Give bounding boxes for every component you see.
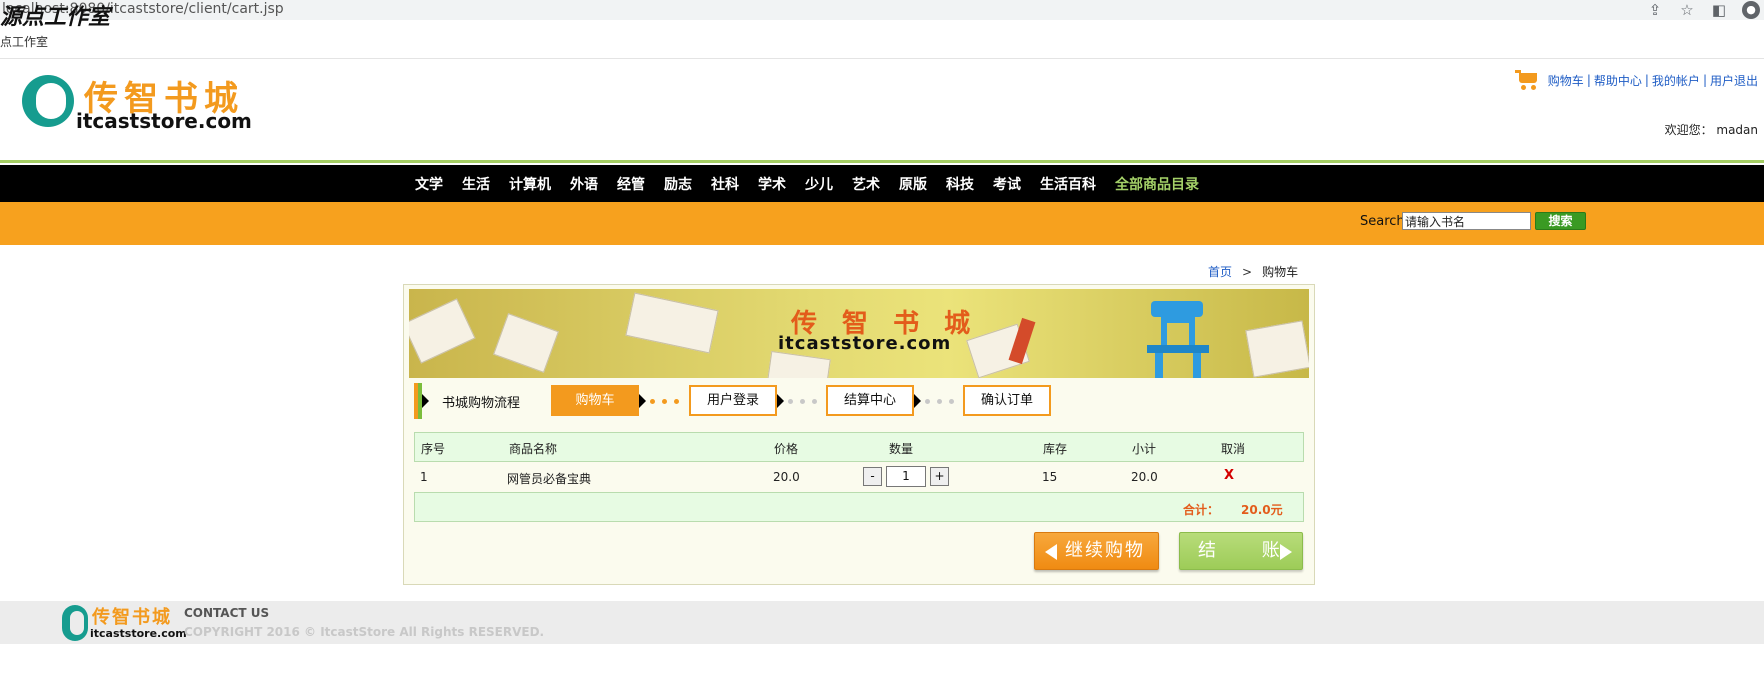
cart-icon[interactable] (1514, 69, 1539, 91)
site-logo[interactable]: 传智书城 itcaststore.com (22, 71, 252, 133)
link-separator: | (1644, 73, 1649, 87)
site-footer: 传智书城 itcaststore.com CONTACT US COPYRIGH… (0, 601, 1764, 644)
header-stock: 库存 (1043, 442, 1068, 456)
banner-english-title: itcaststore.com (778, 333, 952, 354)
nav-item-children[interactable]: 少儿 (805, 174, 833, 194)
row-product-name: 网管员必备宝典 (507, 472, 592, 486)
help-center-link[interactable]: 帮助中心 (1594, 72, 1642, 89)
breadcrumb-home-link[interactable]: 首页 (1208, 265, 1232, 279)
store-banner: 传 智 书 城 itcaststore.com (409, 289, 1309, 378)
cart-table: 序号 商品名称 价格 数量 库存 小计 取消 1 网管员必备宝典 20.0 - … (414, 432, 1304, 492)
header-quantity: 数量 (889, 442, 914, 456)
arrow-left-icon (1045, 544, 1057, 560)
top-links: 购物车 | 帮助中心 | 我的帐户 | 用户退出 (1514, 69, 1758, 91)
quantity-input[interactable]: 1 (886, 466, 926, 487)
nav-item-technology[interactable]: 科技 (946, 174, 974, 194)
flow-dots (925, 399, 954, 404)
continue-shopping-button[interactable]: 继续购物 (1034, 532, 1159, 570)
contact-us-link[interactable]: CONTACT US (184, 606, 269, 620)
nav-item-art[interactable]: 艺术 (852, 174, 880, 194)
row-price: 20.0 (773, 470, 800, 484)
total-label: 合计： (1183, 503, 1220, 517)
search-bar: Search 请输入书名 搜索 (0, 202, 1764, 245)
breadcrumb-current: 购物车 (1262, 265, 1299, 279)
search-button[interactable]: 搜索 (1535, 212, 1586, 230)
header-price: 价格 (774, 442, 799, 456)
nav-item-all-categories[interactable]: 全部商品目录 (1115, 174, 1199, 194)
share-icon[interactable]: ⇪ (1646, 1, 1664, 19)
flow-marker-icon (414, 383, 429, 419)
nav-item-social-science[interactable]: 社科 (711, 174, 739, 194)
cart-link[interactable]: 购物车 (1548, 72, 1584, 89)
continue-shopping-label: 继续购物 (1065, 540, 1145, 561)
footer-logo: 传智书城 itcaststore.com (62, 603, 187, 643)
page-top-text: 点工作室 (0, 35, 49, 49)
nav-item-encyclopedia[interactable]: 生活百科 (1040, 174, 1096, 194)
search-input[interactable]: 请输入书名 (1402, 212, 1531, 230)
star-icon[interactable]: ☆ (1678, 1, 1696, 19)
flow-label: 书城购物流程 (442, 396, 521, 411)
header-index: 序号 (421, 442, 446, 456)
logo-english-text: itcaststore.com (76, 109, 252, 133)
logout-link[interactable]: 用户退出 (1710, 72, 1758, 89)
copyright-text: COPYRIGHT 2016 © ItcastStore All Rights … (184, 625, 545, 639)
site-header: 传智书城 itcaststore.com 购物车 | 帮助中心 | 我的帐户 |… (0, 58, 1764, 160)
row-subtotal: 20.0 (1131, 470, 1158, 484)
table-row: 1 网管员必备宝典 20.0 - 1 + 15 20.0 X (414, 462, 1304, 492)
browser-address-bar[interactable]: localhost:8080/itcaststore/client/cart.j… (0, 0, 1764, 20)
nav-item-exam[interactable]: 考试 (993, 174, 1021, 194)
category-nav: 文学 生活 计算机 外语 经管 励志 社科 学术 少儿 艺术 原版 科技 考试 … (0, 165, 1764, 202)
flow-step-confirm: 确认订单 (963, 385, 1051, 416)
flow-step-checkout: 结算中心 (826, 385, 914, 416)
row-index: 1 (420, 470, 428, 484)
nav-item-management[interactable]: 经管 (617, 174, 645, 194)
nav-item-literature[interactable]: 文学 (415, 174, 443, 194)
profile-icon[interactable]: ● (1742, 1, 1760, 19)
arrow-right-icon (1280, 544, 1292, 560)
nav-item-inspiration[interactable]: 励志 (664, 174, 692, 194)
nav-item-life[interactable]: 生活 (462, 174, 490, 194)
flow-arrow-icon (914, 394, 921, 408)
logo-emblem-icon (22, 75, 74, 127)
checkout-button[interactable]: 结 账 (1179, 532, 1303, 570)
quantity-stepper: - 1 + (863, 466, 949, 487)
flow-step-cart: 购物车 (551, 385, 639, 416)
remove-item-icon[interactable]: X (1224, 468, 1234, 483)
browser-toolbar-icons: ⇪ ☆ ◧ ● (1646, 1, 1760, 19)
nav-accent-line (0, 160, 1764, 163)
increase-quantity-button[interactable]: + (930, 467, 949, 486)
flow-dots (788, 399, 817, 404)
nav-item-academic[interactable]: 学术 (758, 174, 786, 194)
nav-item-foreign-language[interactable]: 外语 (570, 174, 598, 194)
link-separator: | (1702, 73, 1707, 87)
flow-arrow-icon (639, 394, 646, 408)
breadcrumb: 首页 > 购物车 (1208, 263, 1298, 280)
my-account-link[interactable]: 我的帐户 (1652, 72, 1700, 89)
cart-panel: 传 智 书 城 itcaststore.com 书城购物流程 购物车 用户登录 … (403, 284, 1315, 585)
welcome-text: 欢迎您： madan (1664, 123, 1758, 137)
total-value: 20.0元 (1241, 503, 1283, 517)
footer-logo-english-text: itcaststore.com (90, 627, 187, 640)
link-separator: | (1586, 73, 1591, 87)
table-header: 序号 商品名称 价格 数量 库存 小计 取消 (414, 432, 1304, 462)
breadcrumb-separator: > (1242, 265, 1253, 279)
search-label: Search (1360, 214, 1405, 229)
watermark-text: 源点工作室 (0, 4, 111, 30)
cart-total-row: 合计： 20.0元 (414, 492, 1304, 522)
header-cancel: 取消 (1221, 442, 1246, 456)
header-subtotal: 小计 (1132, 442, 1157, 456)
row-stock: 15 (1042, 470, 1058, 484)
flow-step-login: 用户登录 (689, 385, 777, 416)
footer-logo-emblem-icon (62, 605, 88, 641)
header-name: 商品名称 (509, 442, 558, 456)
flow-arrow-icon (777, 394, 784, 408)
nav-item-original[interactable]: 原版 (899, 174, 927, 194)
sidebar-icon[interactable]: ◧ (1710, 1, 1728, 19)
nav-item-computer[interactable]: 计算机 (509, 174, 551, 194)
decrease-quantity-button[interactable]: - (863, 467, 882, 486)
shopping-flow: 书城购物流程 购物车 用户登录 结算中心 确认订单 (414, 383, 1304, 419)
footer-logo-chinese-text: 传智书城 (92, 607, 172, 628)
flow-dots (650, 399, 679, 404)
